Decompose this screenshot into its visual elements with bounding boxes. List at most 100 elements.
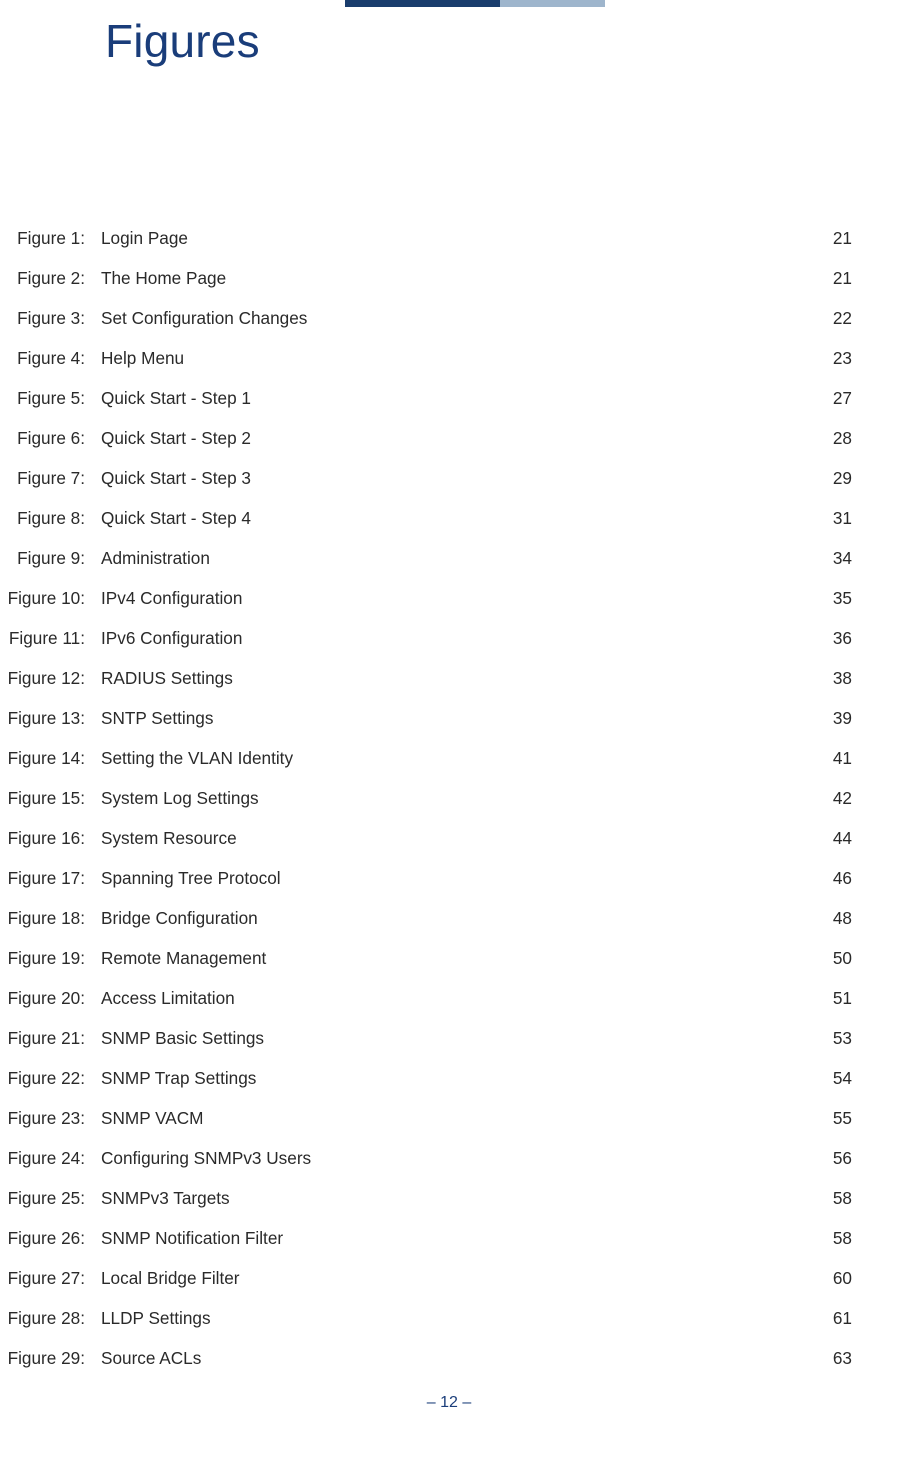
figure-entry[interactable]: Figure 1:Login Page21 xyxy=(6,228,852,268)
figure-entry[interactable]: Figure 14:Setting the VLAN Identity41 xyxy=(6,748,852,788)
figures-list: Figure 1:Login Page21Figure 2:The Home P… xyxy=(6,228,852,1388)
figure-entry[interactable]: Figure 9:Administration34 xyxy=(6,548,852,588)
figure-page: 54 xyxy=(812,1068,852,1089)
figure-label: Figure 7: xyxy=(6,468,101,489)
figure-title: Bridge Configuration xyxy=(101,908,812,929)
figure-entry[interactable]: Figure 4:Help Menu23 xyxy=(6,348,852,388)
figure-label: Figure 21: xyxy=(6,1028,101,1049)
figure-title: Spanning Tree Protocol xyxy=(101,868,812,889)
figure-label: Figure 18: xyxy=(6,908,101,929)
figure-page: 58 xyxy=(812,1228,852,1249)
figure-label: Figure 11: xyxy=(6,628,101,649)
figure-title: Quick Start - Step 1 xyxy=(101,388,812,409)
figure-entry[interactable]: Figure 21:SNMP Basic Settings53 xyxy=(6,1028,852,1068)
figure-label: Figure 29: xyxy=(6,1348,101,1369)
figure-entry[interactable]: Figure 7:Quick Start - Step 329 xyxy=(6,468,852,508)
figure-title: Local Bridge Filter xyxy=(101,1268,812,1289)
figure-entry[interactable]: Figure 24:Configuring SNMPv3 Users56 xyxy=(6,1148,852,1188)
figure-label: Figure 5: xyxy=(6,388,101,409)
figure-label: Figure 20: xyxy=(6,988,101,1009)
figure-entry[interactable]: Figure 28:LLDP Settings61 xyxy=(6,1308,852,1348)
figure-label: Figure 6: xyxy=(6,428,101,449)
figure-entry[interactable]: Figure 23:SNMP VACM55 xyxy=(6,1108,852,1148)
figure-page: 53 xyxy=(812,1028,852,1049)
figure-page: 31 xyxy=(812,508,852,529)
figure-page: 23 xyxy=(812,348,852,369)
figure-page: 58 xyxy=(812,1188,852,1209)
figure-label: Figure 4: xyxy=(6,348,101,369)
figure-entry[interactable]: Figure 3:Set Configuration Changes22 xyxy=(6,308,852,348)
figure-title: The Home Page xyxy=(101,268,812,289)
page-number: – 12 – xyxy=(0,1394,898,1412)
figure-label: Figure 10: xyxy=(6,588,101,609)
figure-title: Setting the VLAN Identity xyxy=(101,748,812,769)
figure-page: 35 xyxy=(812,588,852,609)
figure-title: Help Menu xyxy=(101,348,812,369)
figure-label: Figure 25: xyxy=(6,1188,101,1209)
figure-page: 39 xyxy=(812,708,852,729)
figure-title: Configuring SNMPv3 Users xyxy=(101,1148,812,1169)
figure-entry[interactable]: Figure 12:RADIUS Settings38 xyxy=(6,668,852,708)
figure-page: 46 xyxy=(812,868,852,889)
figure-page: 27 xyxy=(812,388,852,409)
figure-page: 28 xyxy=(812,428,852,449)
figure-entry[interactable]: Figure 18:Bridge Configuration48 xyxy=(6,908,852,948)
figure-label: Figure 23: xyxy=(6,1108,101,1129)
figure-entry[interactable]: Figure 26:SNMP Notification Filter58 xyxy=(6,1228,852,1268)
figure-title: Quick Start - Step 3 xyxy=(101,468,812,489)
figure-label: Figure 22: xyxy=(6,1068,101,1089)
figure-title: Remote Management xyxy=(101,948,812,969)
figure-label: Figure 13: xyxy=(6,708,101,729)
figure-page: 44 xyxy=(812,828,852,849)
page-title: Figures xyxy=(105,14,260,68)
figure-page: 61 xyxy=(812,1308,852,1329)
figure-page: 21 xyxy=(812,268,852,289)
figure-entry[interactable]: Figure 13:SNTP Settings39 xyxy=(6,708,852,748)
figure-entry[interactable]: Figure 19:Remote Management50 xyxy=(6,948,852,988)
figure-title: Administration xyxy=(101,548,812,569)
header-decoration xyxy=(345,0,605,7)
figure-label: Figure 12: xyxy=(6,668,101,689)
figure-page: 34 xyxy=(812,548,852,569)
figure-label: Figure 1: xyxy=(6,228,101,249)
figure-label: Figure 15: xyxy=(6,788,101,809)
figure-entry[interactable]: Figure 29:Source ACLs63 xyxy=(6,1348,852,1388)
figure-title: IPv6 Configuration xyxy=(101,628,812,649)
figure-entry[interactable]: Figure 22:SNMP Trap Settings54 xyxy=(6,1068,852,1108)
figure-title: LLDP Settings xyxy=(101,1308,812,1329)
figure-title: Quick Start - Step 2 xyxy=(101,428,812,449)
figure-label: Figure 28: xyxy=(6,1308,101,1329)
figure-label: Figure 19: xyxy=(6,948,101,969)
figure-page: 36 xyxy=(812,628,852,649)
figure-entry[interactable]: Figure 8:Quick Start - Step 431 xyxy=(6,508,852,548)
figure-title: Set Configuration Changes xyxy=(101,308,812,329)
figure-entry[interactable]: Figure 27:Local Bridge Filter60 xyxy=(6,1268,852,1308)
figure-title: RADIUS Settings xyxy=(101,668,812,689)
figure-label: Figure 26: xyxy=(6,1228,101,1249)
figure-label: Figure 2: xyxy=(6,268,101,289)
figure-entry[interactable]: Figure 2:The Home Page21 xyxy=(6,268,852,308)
figure-title: SNMP VACM xyxy=(101,1108,812,1129)
figure-label: Figure 9: xyxy=(6,548,101,569)
figure-page: 63 xyxy=(812,1348,852,1369)
figure-page: 60 xyxy=(812,1268,852,1289)
figure-entry[interactable]: Figure 6:Quick Start - Step 228 xyxy=(6,428,852,468)
figure-entry[interactable]: Figure 10:IPv4 Configuration35 xyxy=(6,588,852,628)
figure-page: 56 xyxy=(812,1148,852,1169)
figure-page: 42 xyxy=(812,788,852,809)
figure-entry[interactable]: Figure 15:System Log Settings42 xyxy=(6,788,852,828)
figure-title: Login Page xyxy=(101,228,812,249)
figure-entry[interactable]: Figure 16:System Resource44 xyxy=(6,828,852,868)
figure-label: Figure 24: xyxy=(6,1148,101,1169)
figure-title: Source ACLs xyxy=(101,1348,812,1369)
figure-title: IPv4 Configuration xyxy=(101,588,812,609)
figure-label: Figure 14: xyxy=(6,748,101,769)
figure-title: SNMP Notification Filter xyxy=(101,1228,812,1249)
figure-page: 41 xyxy=(812,748,852,769)
figure-entry[interactable]: Figure 20:Access Limitation51 xyxy=(6,988,852,1028)
figure-entry[interactable]: Figure 17:Spanning Tree Protocol46 xyxy=(6,868,852,908)
figure-entry[interactable]: Figure 25:SNMPv3 Targets58 xyxy=(6,1188,852,1228)
figure-page: 21 xyxy=(812,228,852,249)
figure-entry[interactable]: Figure 11:IPv6 Configuration36 xyxy=(6,628,852,668)
figure-entry[interactable]: Figure 5:Quick Start - Step 127 xyxy=(6,388,852,428)
